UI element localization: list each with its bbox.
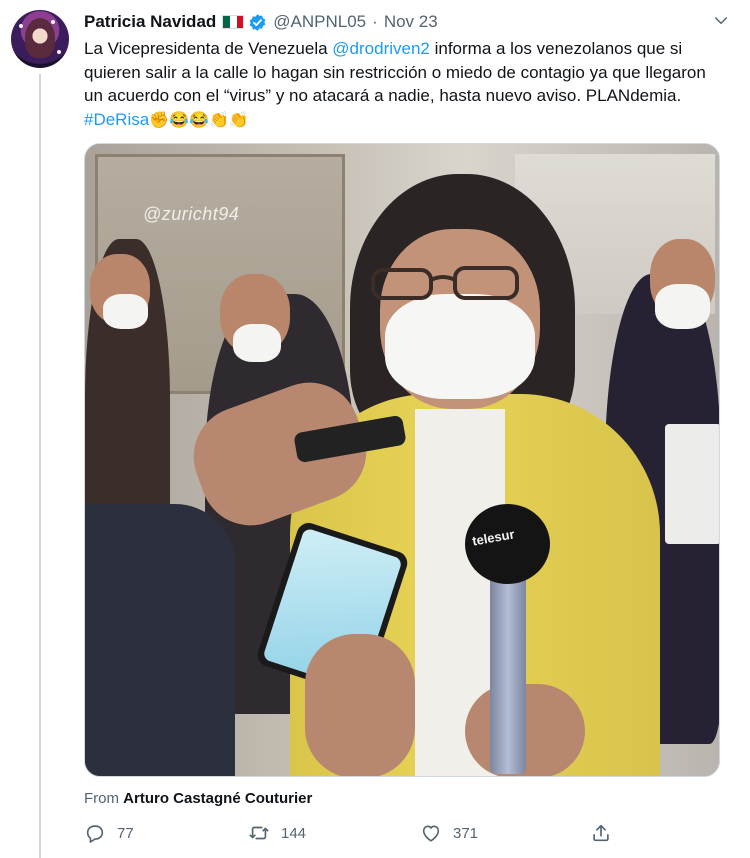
tweet-text: La Vicepresidenta de Venezuela @drodrive… [84, 37, 724, 132]
emoji-sequence: ✊😂😂👏👏 [149, 111, 249, 129]
mexico-flag-icon [222, 15, 245, 29]
reply-icon [86, 825, 104, 843]
glasses [371, 266, 519, 300]
video-attribution: From Arturo Castagné Couturier [84, 790, 312, 807]
avatar-sparkle [51, 20, 55, 24]
video-watermark: @zuricht94 [143, 204, 240, 224]
tweet-video[interactable]: telesur @zuricht94 [84, 143, 720, 777]
face-mask [655, 284, 710, 329]
retweet-count: 144 [281, 824, 307, 842]
reporter-hand [305, 634, 415, 776]
avatar[interactable] [11, 10, 69, 68]
retweet-button[interactable]: 144 [248, 818, 306, 848]
avatar-portrait [25, 18, 55, 58]
reply-button[interactable]: 77 [84, 818, 134, 848]
heart-icon [422, 825, 440, 842]
tweet-text-part: La Vicepresidenta de Venezuela [84, 39, 333, 58]
retweet-icon [249, 826, 269, 840]
share-button[interactable] [590, 818, 623, 848]
tweet-header: Patricia Navidad @ANPNL05 · Nov 23 [84, 12, 734, 32]
share-icon [593, 824, 609, 842]
user-handle[interactable]: @ANPNL05 [273, 12, 366, 32]
avatar-sparkle [57, 50, 61, 54]
mention-link[interactable]: @drodriven2 [332, 39, 430, 58]
tweet-actions: 77 144 371 [84, 818, 624, 848]
attribution-prefix: From [84, 790, 124, 807]
avatar-sparkle [19, 24, 23, 28]
like-button[interactable]: 371 [420, 818, 478, 848]
attribution-source-link[interactable]: Arturo Castagné Couturier [123, 790, 312, 807]
reporter-sleeve [85, 504, 235, 776]
verified-badge-icon [249, 13, 266, 31]
face-mask [103, 294, 148, 329]
face-mask [385, 294, 535, 399]
display-name[interactable]: Patricia Navidad [84, 12, 216, 32]
chevron-down-icon[interactable] [712, 12, 730, 30]
face-mask [233, 324, 281, 362]
thread-line [39, 74, 41, 858]
reply-count: 77 [117, 824, 134, 842]
microphone-handle [490, 574, 526, 774]
tweet-timestamp[interactable]: Nov 23 [384, 12, 438, 32]
papers [665, 424, 719, 544]
separator-dot: · [372, 12, 378, 31]
like-count: 371 [453, 824, 479, 842]
hashtag-link[interactable]: #DeRisa [84, 110, 149, 129]
